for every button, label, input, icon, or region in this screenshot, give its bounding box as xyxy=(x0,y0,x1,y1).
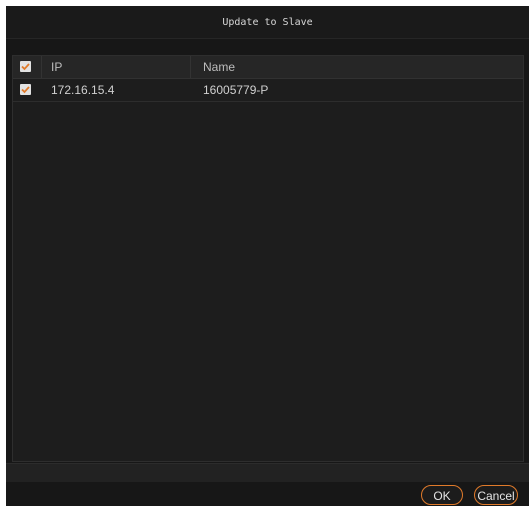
status-bar xyxy=(6,463,529,483)
table-header: IP Name xyxy=(13,56,523,79)
column-header-ip[interactable]: IP xyxy=(41,56,191,78)
row-ip: 172.16.15.4 xyxy=(51,83,115,97)
update-to-slave-dialog: Update to Slave IP Name 172.16.15.4 1600… xyxy=(6,6,529,506)
column-header-name[interactable]: Name xyxy=(191,56,511,78)
select-all-checkbox[interactable] xyxy=(20,61,31,72)
select-all-cell xyxy=(13,56,42,78)
dialog-title: Update to Slave xyxy=(222,16,313,28)
checkmark-icon xyxy=(21,86,30,94)
row-checkbox-cell xyxy=(13,79,41,101)
cancel-button[interactable]: Cancel xyxy=(474,485,518,505)
table-row[interactable]: 172.16.15.4 16005779-P xyxy=(13,79,523,102)
checkmark-icon xyxy=(21,63,30,71)
row-checkbox[interactable] xyxy=(20,84,31,95)
slave-table: IP Name 172.16.15.4 16005779-P xyxy=(12,55,524,462)
ok-button[interactable]: OK xyxy=(421,485,463,505)
row-name: 16005779-P xyxy=(203,83,269,97)
dialog-footer: OK Cancel xyxy=(6,482,529,506)
dialog-titlebar: Update to Slave xyxy=(6,6,529,39)
